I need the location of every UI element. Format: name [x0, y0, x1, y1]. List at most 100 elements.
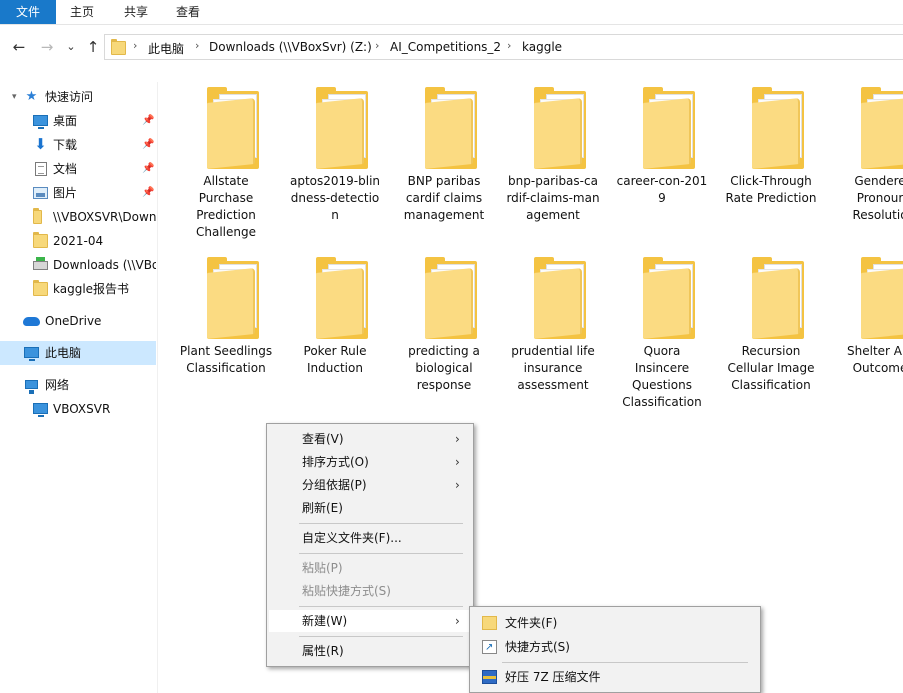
folder-item[interactable]: Click-Through Rate Prediction: [717, 82, 825, 246]
download-icon: ⬇: [34, 135, 47, 153]
folder-item[interactable]: Poker Rule Induction: [281, 252, 389, 416]
menu-separator: [299, 606, 463, 607]
menu-item-sort-by[interactable]: 排序方式(O) ›: [269, 451, 471, 473]
menu-item-paste-shortcut[interactable]: 粘贴快捷方式(S): [269, 580, 471, 602]
folder-name-line: prudential life: [511, 344, 595, 358]
new-submenu: 文件夹(F) 快捷方式(S) 好压 7Z 压缩文件: [469, 606, 761, 693]
folder-name: aptos2019-blin dness-detectio n: [281, 173, 389, 224]
folder-item[interactable]: Plant Seedlings Classification: [172, 252, 280, 416]
folder-item[interactable]: BNP paribas cardif claims management: [390, 82, 498, 246]
menu-item-label: 查看(V): [302, 432, 344, 446]
navigation-bar: ← → ⌄ ↑ › 此电脑 › Downloads (\\VBoxSvr) (Z…: [0, 25, 903, 69]
breadcrumb-separator: ›: [195, 39, 200, 52]
sidebar-item-desktop[interactable]: 桌面 📌: [0, 109, 156, 133]
sidebar-item-network[interactable]: 网络: [0, 373, 156, 397]
sidebar-item-this-pc[interactable]: 此电脑: [0, 341, 156, 365]
folder-icon: [643, 87, 703, 169]
menu-item-paste[interactable]: 粘贴(P): [269, 557, 471, 579]
menu-item-group-by[interactable]: 分组依据(P) ›: [269, 474, 471, 496]
folder-name-line: BNP paribas: [407, 174, 481, 188]
sidebar-item-label: 桌面: [53, 114, 78, 128]
folder-name: Poker Rule Induction: [281, 343, 389, 377]
menu-item-new-7z-archive[interactable]: 好压 7Z 压缩文件: [472, 666, 758, 688]
menu-item-label: 粘贴快捷方式(S): [302, 584, 391, 598]
recent-locations-icon[interactable]: ⌄: [64, 38, 78, 56]
breadcrumb-kaggle[interactable]: kaggle: [522, 40, 562, 54]
menu-item-refresh[interactable]: 刷新(E): [269, 497, 471, 519]
sidebar-item-label: 此电脑: [45, 346, 82, 360]
folder-name: predicting a biological response: [390, 343, 498, 394]
folder-icon: [207, 87, 267, 169]
tab-view[interactable]: 查看: [166, 0, 210, 24]
folder-icon: [111, 39, 126, 55]
folder-name-line: assessment: [517, 378, 589, 392]
forward-icon[interactable]: →: [38, 38, 56, 56]
folder-item[interactable]: aptos2019-blin dness-detectio n: [281, 82, 389, 246]
folder-name: career-con-201 9: [608, 173, 716, 207]
folder-name-line: Purchase: [198, 191, 254, 205]
folder-name-line: Challenge: [196, 225, 256, 239]
folder-icon: [534, 257, 594, 339]
folder-name-line: aptos2019-blin: [289, 174, 381, 188]
folder-name-line: Allstate: [203, 174, 249, 188]
up-icon[interactable]: ↑: [84, 38, 102, 56]
sidebar-item-label: VBOXSVR: [53, 402, 111, 416]
document-icon: [35, 162, 47, 176]
sidebar-item-vboxsvr[interactable]: VBOXSVR: [0, 397, 156, 421]
folder-name-line: agement: [526, 208, 580, 222]
sidebar-item-onedrive[interactable]: OneDrive: [0, 309, 156, 333]
folder-name-line: Classification: [186, 361, 266, 375]
folder-icon: [425, 87, 485, 169]
tab-home[interactable]: 主页: [60, 0, 104, 24]
sidebar-item-documents[interactable]: 文档 📌: [0, 157, 156, 181]
sidebar-item-downloads[interactable]: ⬇ 下载 📌: [0, 133, 156, 157]
sidebar-item-vboxsvr-share[interactable]: \\VBOXSVR\Down: [0, 205, 156, 229]
folder-name-line: biological: [415, 361, 473, 375]
folder-item[interactable]: career-con-201 9: [608, 82, 716, 246]
folder-icon: [33, 280, 48, 296]
menu-item-new-folder[interactable]: 文件夹(F): [472, 612, 758, 634]
chevron-right-icon: ›: [455, 432, 460, 446]
folder-item[interactable]: Allstate Purchase Prediction Challenge: [172, 82, 280, 246]
menu-item-customize-folder[interactable]: 自定义文件夹(F)...: [269, 527, 471, 549]
folder-icon: [33, 232, 48, 248]
folder-name-line: insurance: [523, 361, 583, 375]
folder-item[interactable]: Shelter Ani Outcome: [826, 252, 903, 416]
breadcrumb-ai-competitions[interactable]: AI_Competitions_2: [390, 40, 501, 54]
menu-item-new-shortcut[interactable]: 快捷方式(S): [472, 636, 758, 659]
menu-item-view[interactable]: 查看(V) ›: [269, 428, 471, 450]
ribbon-tabs: 文件 主页 共享 查看: [0, 0, 903, 25]
sidebar-item-kaggle-report[interactable]: kaggle报告书: [0, 277, 156, 301]
sidebar-item-label: 网络: [45, 378, 70, 392]
folder-name-line: Poker Rule: [303, 344, 367, 358]
folder-item[interactable]: prudential life insurance assessment: [499, 252, 607, 416]
sidebar-item-quick-access[interactable]: ▾ ★ 快速访问: [0, 85, 156, 109]
sidebar-item-2021-04[interactable]: 2021-04: [0, 229, 156, 253]
folder-item[interactable]: bnp-paribas-ca rdif-claims-man agement: [499, 82, 607, 246]
sidebar-item-label: kaggle报告书: [53, 282, 130, 296]
breadcrumb-this-pc[interactable]: 此电脑: [148, 40, 184, 57]
sidebar-item-downloads-drive[interactable]: Downloads (\\VBo: [0, 253, 156, 277]
folder-item[interactable]: Quora Insincere Questions Classification: [608, 252, 716, 416]
menu-item-properties[interactable]: 属性(R): [269, 640, 471, 662]
menu-item-new[interactable]: 新建(W) ›: [269, 610, 471, 632]
chevron-down-icon[interactable]: ▾: [12, 85, 17, 109]
tab-share[interactable]: 共享: [114, 0, 158, 24]
folder-item[interactable]: Recursion Cellular Image Classification: [717, 252, 825, 416]
folder-icon: [316, 257, 376, 339]
folder-icon: [425, 257, 485, 339]
shortcut-icon: [482, 637, 497, 659]
address-bar[interactable]: › 此电脑 › Downloads (\\VBoxSvr) (Z:) › AI_…: [104, 34, 903, 60]
folder-item[interactable]: predicting a biological response: [390, 252, 498, 416]
folder-name-line: Induction: [307, 361, 363, 375]
folder-name-line: Rate Prediction: [725, 191, 817, 205]
sidebar-item-pictures[interactable]: 图片 📌: [0, 181, 156, 205]
folder-name-line: Shelter Ani: [847, 344, 903, 358]
folder-item[interactable]: Gendere Pronour Resolutio: [826, 82, 903, 246]
breadcrumb-downloads[interactable]: Downloads (\\VBoxSvr) (Z:): [209, 40, 372, 54]
onedrive-icon: [23, 317, 40, 326]
folder-name-line: predicting a: [408, 344, 480, 358]
back-icon[interactable]: ←: [10, 38, 28, 56]
chevron-right-icon: ›: [455, 455, 460, 469]
tab-file[interactable]: 文件: [0, 0, 56, 24]
